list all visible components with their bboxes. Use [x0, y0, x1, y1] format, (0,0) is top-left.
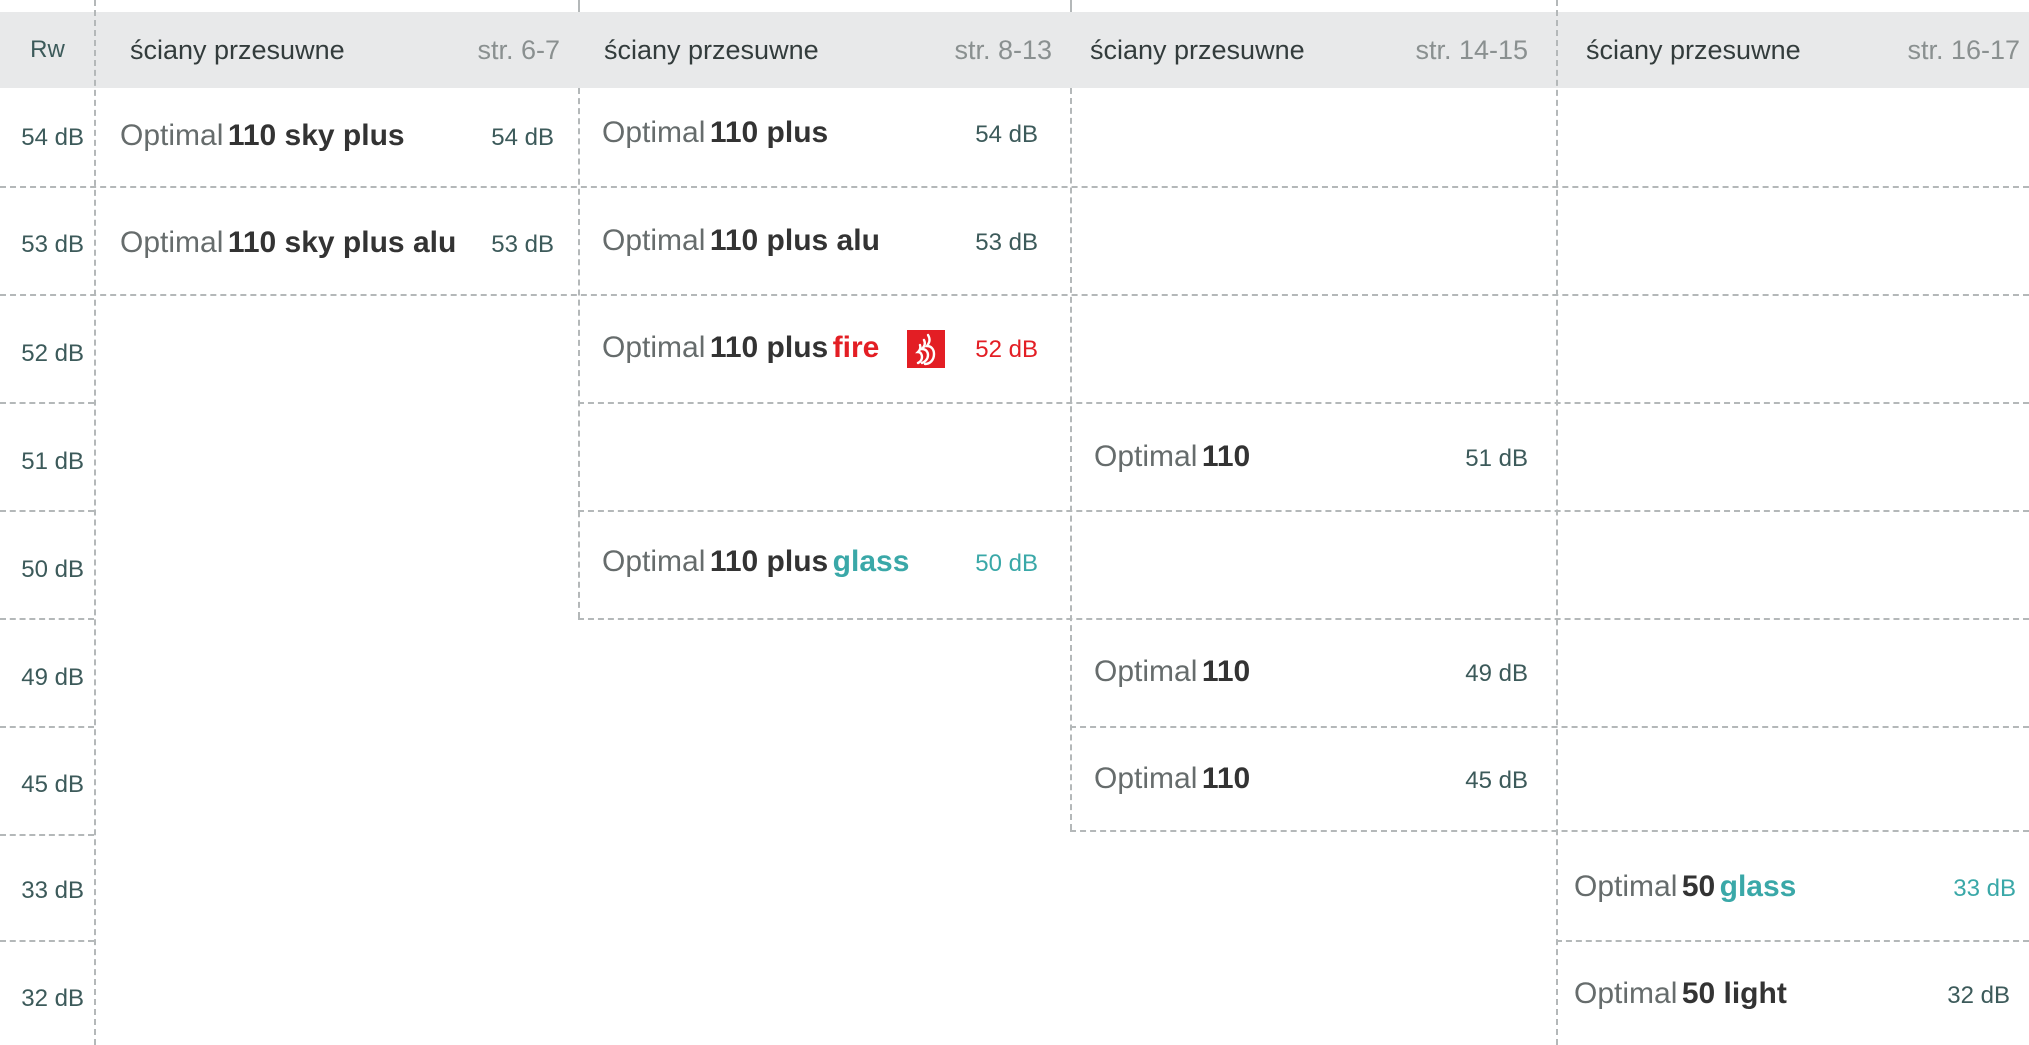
product-value: 32 dB	[1947, 982, 2010, 1009]
product-value: 54 dB	[491, 124, 554, 151]
row-label-32: 32 dB	[21, 985, 84, 1012]
row-divider	[0, 510, 94, 512]
column-divider	[1070, 0, 1072, 12]
column-1-page: str. 6-7	[477, 35, 560, 65]
column-3-title: ściany przesuwne	[1090, 35, 1305, 65]
row-divider	[0, 402, 94, 404]
row-divider	[0, 940, 94, 942]
glass-variant: glass	[1719, 870, 1797, 903]
row-label-53: 53 dB	[21, 231, 84, 258]
column-divider	[578, 0, 580, 12]
row-divider	[1070, 726, 2029, 728]
product-name: Optimal 110 plus fire	[602, 331, 880, 364]
row-label-49: 49 dB	[21, 664, 84, 691]
row-divider	[0, 618, 94, 620]
row-label-54: 54 dB	[21, 124, 84, 151]
row-label-51: 51 dB	[21, 448, 84, 475]
row-label-33: 33 dB	[21, 877, 84, 904]
column-1-title: ściany przesuwne	[130, 35, 345, 65]
product-value: 54 dB	[975, 121, 1038, 148]
row-label-50: 50 dB	[21, 556, 84, 583]
row-label-52: 52 dB	[21, 340, 84, 367]
product-name: Optimal 110 plus alu	[602, 224, 880, 257]
product-name: Optimal 110 sky plus alu	[120, 226, 457, 259]
fire-variant: fire	[832, 331, 880, 364]
product-name: Optimal 110	[1094, 655, 1251, 688]
row-divider	[1556, 940, 2029, 942]
product-value: 53 dB	[491, 231, 554, 258]
glass-variant: glass	[832, 545, 910, 578]
rw-column-divider	[94, 0, 96, 1045]
row-divider	[1070, 830, 2029, 832]
column-2-title: ściany przesuwne	[604, 35, 819, 65]
column-divider	[1556, 0, 1558, 1045]
row-divider	[578, 402, 2029, 404]
column-4-page: str. 16-17	[1907, 35, 2020, 65]
product-value: 49 dB	[1465, 660, 1528, 687]
row-divider	[0, 726, 94, 728]
row-divider	[0, 186, 2029, 188]
column-3-page: str. 14-15	[1415, 35, 1528, 65]
product-name: Optimal 110	[1094, 440, 1251, 473]
acoustic-comparison-table: Rw ściany przesuwne str. 6-7 ściany prze…	[0, 0, 2029, 1045]
rw-header: Rw	[30, 36, 65, 63]
column-2-page: str. 8-13	[954, 35, 1052, 65]
product-name: Optimal 50 light	[1574, 977, 1787, 1010]
product-value: 53 dB	[975, 229, 1038, 256]
product-name: Optimal 110 plus glass	[602, 545, 910, 578]
row-divider	[0, 294, 2029, 296]
product-value: 33 dB	[1953, 875, 2016, 902]
product-value: 51 dB	[1465, 445, 1528, 472]
row-divider	[578, 618, 2029, 620]
row-divider	[578, 510, 2029, 512]
product-value: 50 dB	[975, 550, 1038, 577]
column-divider	[1070, 88, 1072, 830]
product-value: 45 dB	[1465, 767, 1528, 794]
product-name: Optimal 110 plus	[602, 116, 829, 149]
product-value: 52 dB	[975, 336, 1038, 363]
product-name: Optimal 110	[1094, 762, 1251, 795]
product-name: Optimal 110 sky plus	[120, 119, 405, 152]
row-label-45: 45 dB	[21, 771, 84, 798]
product-name: Optimal 50 glass	[1574, 870, 1797, 903]
row-divider	[0, 834, 94, 836]
column-4-title: ściany przesuwne	[1586, 35, 1801, 65]
column-divider	[578, 88, 580, 618]
fire-icon	[907, 330, 945, 368]
